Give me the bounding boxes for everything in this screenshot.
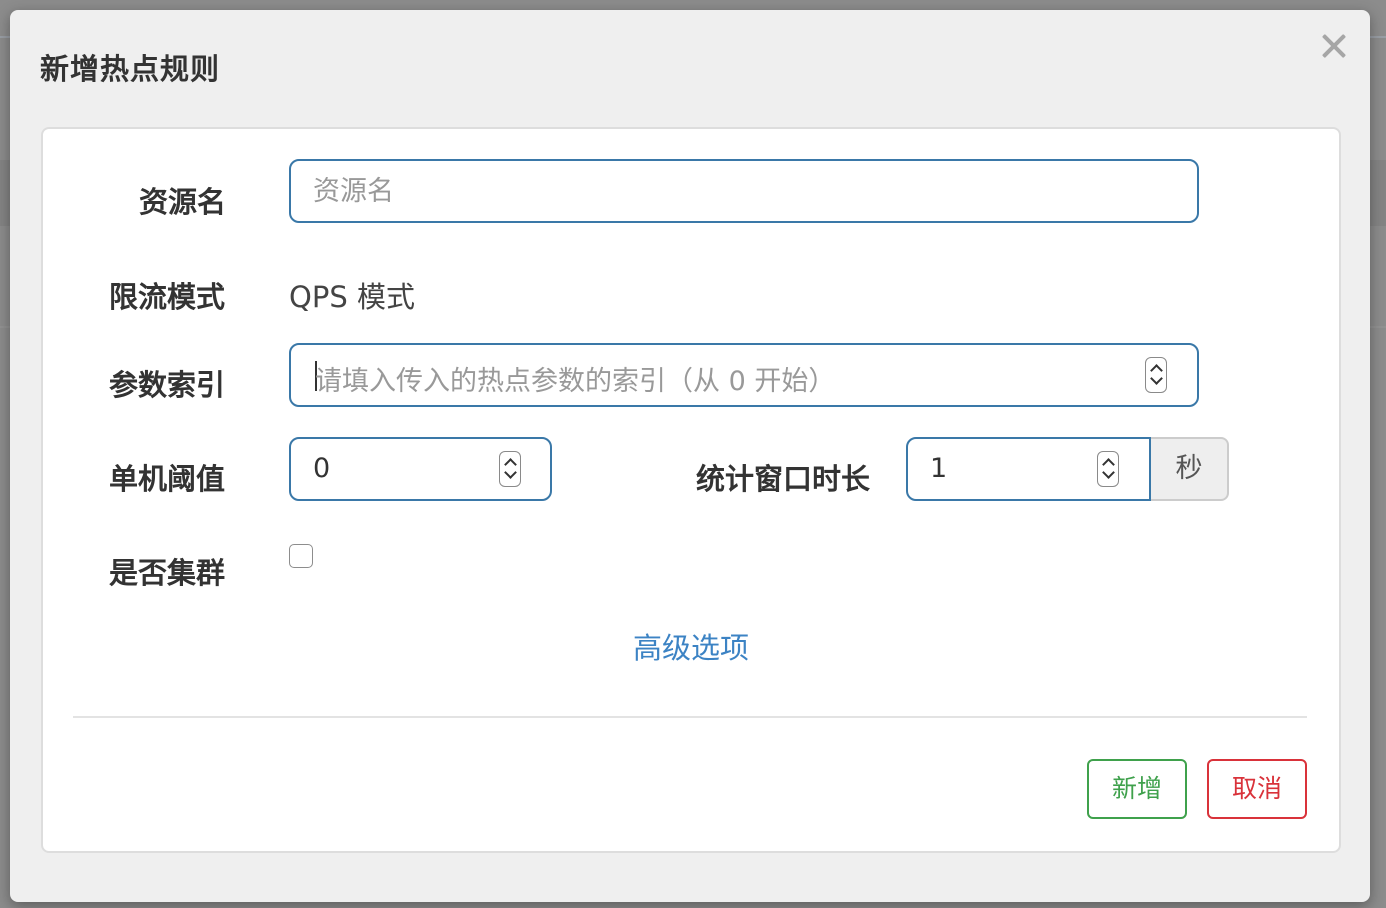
spinner-icon[interactable]	[1097, 451, 1119, 487]
form-panel: 资源名 限流模式 QPS 模式 参数索引 请填入传入的热点参数的索引（从 0 开…	[41, 127, 1341, 853]
window-label: 统计窗口时长	[696, 462, 871, 496]
footer-divider	[73, 716, 1307, 718]
param-index-placeholder: 请填入传入的热点参数的索引（从 0 开始）	[315, 366, 836, 397]
advanced-options-link[interactable]: 高级选项	[43, 625, 1339, 667]
param-index-input[interactable]: 请填入传入的热点参数的索引（从 0 开始）	[289, 343, 1199, 407]
resource-label: 资源名	[139, 185, 227, 219]
close-icon[interactable]	[1316, 28, 1352, 64]
window-value: 1	[930, 453, 948, 484]
cluster-label: 是否集群	[109, 556, 226, 590]
spinner-icon[interactable]	[499, 451, 521, 487]
modal-title: 新增热点规则	[40, 52, 221, 86]
spin-down-icon	[1150, 372, 1163, 385]
window-input[interactable]: 1	[906, 437, 1151, 501]
modal-dialog: 新增热点规则 资源名 限流模式 QPS 模式 参数索引 请填入传入的热点参数的索…	[10, 10, 1370, 902]
threshold-input[interactable]: 0	[289, 437, 552, 501]
threshold-value: 0	[313, 453, 331, 484]
resource-input[interactable]	[289, 159, 1199, 223]
cancel-button[interactable]: 取消	[1207, 759, 1307, 819]
spin-down-icon	[1102, 466, 1115, 479]
spinner-icon[interactable]	[1145, 357, 1167, 393]
spin-down-icon	[504, 466, 517, 479]
cluster-checkbox[interactable]	[289, 544, 313, 568]
mode-label: 限流模式	[109, 280, 226, 314]
mode-value: QPS 模式	[289, 280, 415, 314]
threshold-label: 单机阈值	[109, 462, 226, 496]
add-button[interactable]: 新增	[1087, 759, 1187, 819]
window-unit-addon: 秒	[1151, 437, 1229, 501]
param-index-label: 参数索引	[109, 368, 226, 402]
